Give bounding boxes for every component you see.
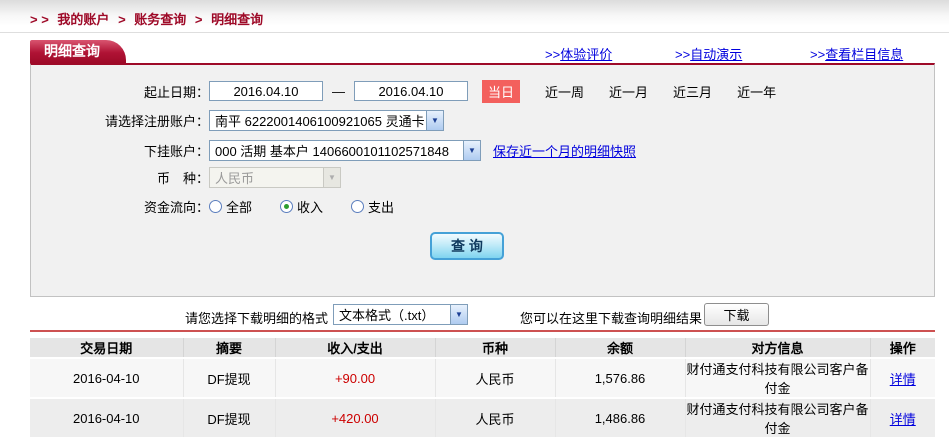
fund-flow-label: 资金流向：	[143, 199, 209, 215]
date-range-row: 起止日期： — 当日 近一周 近一月 近三月 近一年	[31, 79, 776, 103]
col-header-counterparty: 对方信息	[685, 338, 871, 359]
transaction-table: 交易日期 摘要 收入/支出 币种 余额 对方信息 操作 2016-04-10 D…	[30, 338, 935, 439]
table-top-divider	[30, 330, 935, 332]
register-account-row: 请选择注册账户： 南平 6222001406100921065 灵通卡 ▼	[31, 109, 444, 131]
radio-circle-icon[interactable]	[351, 199, 365, 213]
col-header-action: 操作	[870, 338, 935, 359]
link-experience-rating[interactable]: >>体验评价	[545, 44, 612, 63]
cell-amount: +420.00	[275, 398, 436, 439]
cell-currency: 人民币	[435, 398, 556, 439]
link-prefix: >>	[675, 47, 691, 62]
quick-range-week[interactable]: 近一周	[545, 82, 584, 101]
start-date-input[interactable]	[209, 81, 323, 101]
download-hint: 您可以在这里下载查询明细结果	[520, 311, 703, 326]
breadcrumb-item-my-account[interactable]: 我的账户	[57, 12, 109, 27]
header-divider	[0, 32, 949, 33]
col-header-amount: 收入/支出	[275, 338, 436, 359]
cell-summary: DF提现	[183, 398, 276, 439]
date-range-dash: —	[332, 83, 345, 99]
cell-counterparty: 财付通支付科技有限公司客户备付金	[685, 398, 871, 439]
cell-amount: +90.00	[275, 358, 436, 399]
fund-flow-row: 资金流向： 全部 收入 支出	[31, 195, 422, 217]
register-account-value: 南平 6222001406100921065 灵通卡	[215, 113, 425, 129]
sub-account-row: 下挂账户： 000 活期 基本户 1406600101102571848 ▼ 保…	[31, 139, 636, 161]
table-header-row: 交易日期 摘要 收入/支出 币种 余额 对方信息 操作	[30, 338, 935, 359]
breadcrumb-item-account-query[interactable]: 账务查询	[134, 12, 186, 27]
query-button[interactable]: 查 询	[430, 232, 504, 260]
breadcrumb-item-detail-query[interactable]: 明细查询	[211, 12, 263, 27]
dropdown-arrow-icon: ▼	[323, 167, 340, 187]
date-range-label: 起止日期：	[143, 84, 209, 100]
cell-balance: 1,576.86	[555, 358, 686, 399]
detail-link[interactable]: 详情	[890, 412, 916, 427]
transaction-detail-query-page: > > 我的账户 > 账务查询 > 明细查询 明细查询 >>体验评价 >>自动演…	[0, 0, 949, 439]
currency-label: 币 种：	[156, 170, 209, 186]
dropdown-arrow-icon[interactable]: ▼	[426, 110, 443, 130]
download-button[interactable]: 下载	[704, 303, 769, 326]
link-auto-demo[interactable]: >>自动演示	[675, 44, 742, 63]
breadcrumb-separator: >	[118, 12, 126, 27]
register-account-label: 请选择注册账户：	[104, 113, 209, 129]
col-header-summary: 摘要	[183, 338, 276, 359]
cell-balance: 1,486.86	[555, 398, 686, 439]
quick-range-today-badge[interactable]: 当日	[482, 79, 521, 103]
tab-detail-query[interactable]: 明细查询	[30, 40, 126, 63]
flow-radio-income-label: 收入	[297, 199, 324, 215]
radio-circle-icon[interactable]	[280, 199, 294, 213]
cell-currency: 人民币	[435, 358, 556, 399]
cell-counterparty: 财付通支付科技有限公司客户备付金	[685, 358, 871, 399]
quick-range-quarter[interactable]: 近三月	[673, 82, 712, 101]
link-view-column-info[interactable]: >>查看栏目信息	[810, 44, 903, 63]
quick-range-month[interactable]: 近一月	[609, 82, 648, 101]
currency-select-disabled: 人民币 ▼	[209, 166, 341, 188]
sub-account-label: 下挂账户：	[143, 143, 209, 159]
cell-summary: DF提现	[183, 358, 276, 399]
flow-radio-income[interactable]: 收入	[280, 197, 323, 216]
breadcrumb: > > 我的账户 > 账务查询 > 明细查询	[30, 9, 268, 28]
col-header-currency: 币种	[435, 338, 556, 359]
download-format-select[interactable]: 文本格式（.txt） ▼	[333, 304, 468, 325]
link-label: 查看栏目信息	[825, 47, 904, 62]
link-label: 自动演示	[690, 47, 743, 62]
dropdown-arrow-icon[interactable]: ▼	[463, 140, 480, 160]
currency-row: 币 种： 人民币 ▼	[31, 166, 341, 188]
end-date-input[interactable]	[354, 81, 468, 101]
dropdown-arrow-icon[interactable]: ▼	[450, 305, 467, 324]
flow-radio-expense[interactable]: 支出	[351, 197, 394, 216]
sub-account-select[interactable]: 000 活期 基本户 1406600101102571848 ▼	[209, 139, 481, 161]
detail-link[interactable]: 详情	[890, 372, 916, 387]
query-form-panel: 起止日期： — 当日 近一周 近一月 近三月 近一年 请选择注册账户： 南平 6…	[30, 63, 935, 297]
flow-radio-all[interactable]: 全部	[209, 197, 252, 216]
table-row: 2016-04-10 DF提现 +90.00 人民币 1,576.86 财付通支…	[30, 358, 935, 399]
cell-date: 2016-04-10	[30, 398, 184, 439]
cell-date: 2016-04-10	[30, 358, 184, 399]
link-prefix: >>	[810, 47, 826, 62]
save-monthly-snapshot-link[interactable]: 保存近一个月的明细快照	[493, 141, 636, 160]
breadcrumb-prefix: > >	[30, 12, 49, 27]
radio-circle-icon[interactable]	[209, 199, 222, 213]
table-row: 2016-04-10 DF提现 +420.00 人民币 1,486.86 财付通…	[30, 398, 935, 439]
register-account-select[interactable]: 南平 6222001406100921065 灵通卡 ▼	[209, 109, 444, 131]
flow-radio-all-label: 全部	[226, 199, 253, 215]
currency-value: 人民币	[215, 170, 255, 186]
link-label: 体验评价	[560, 47, 613, 62]
breadcrumb-separator: >	[194, 12, 203, 27]
sub-account-value: 000 活期 基本户 1406600101102571848	[215, 143, 449, 159]
col-header-balance: 余额	[555, 338, 686, 359]
link-prefix: >>	[545, 47, 561, 62]
quick-range-year[interactable]: 近一年	[737, 82, 776, 101]
download-format-value: 文本格式（.txt）	[339, 308, 435, 323]
flow-radio-expense-label: 支出	[368, 199, 395, 215]
download-format-label: 请您选择下载明细的格式	[185, 311, 329, 326]
col-header-date: 交易日期	[30, 338, 184, 359]
